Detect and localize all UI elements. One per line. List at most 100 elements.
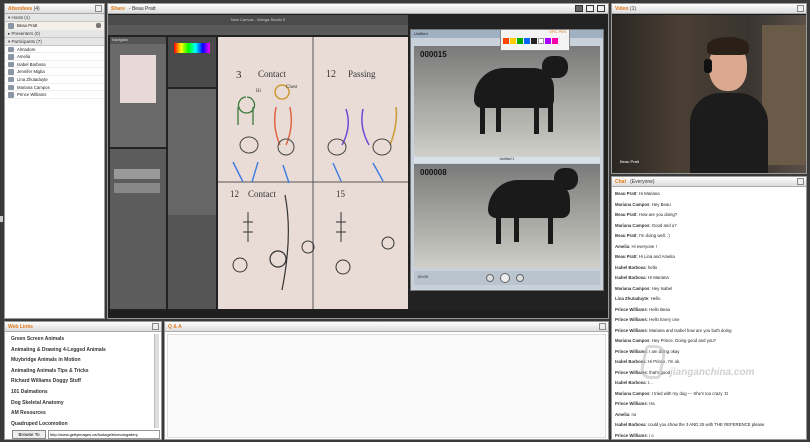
canvas-heading: 3: [236, 69, 242, 81]
share-pod: Share - Beau Pratt New Canvas - Manga Stu…: [107, 3, 609, 319]
palette-color[interactable]: [552, 38, 558, 44]
weblink-item[interactable]: Green Screen Animals: [9, 334, 155, 345]
app-titlebar: New Canvas - Manga Studio 5: [108, 15, 408, 25]
navigator-thumbnail: [120, 55, 156, 103]
weblink-item[interactable]: Richard Williams Doggy Stuff: [9, 376, 155, 387]
video-pod: Video (1) Beau Pratt: [611, 3, 807, 174]
palette-color[interactable]: [545, 38, 551, 44]
user-icon: [8, 76, 14, 83]
layout-icon[interactable]: [575, 5, 583, 12]
chat-message: Mariana Campos: Hey Isabel: [615, 285, 673, 291]
attendee-row[interactable]: Almadore: [5, 46, 104, 54]
weblinks-scrollbar[interactable]: [154, 334, 159, 428]
participants-section[interactable]: ▾ Participants (7): [5, 37, 104, 46]
app-toolbar: [108, 25, 408, 35]
palette-color[interactable]: [517, 38, 523, 44]
user-icon: [8, 84, 14, 91]
palette-color[interactable]: [503, 38, 509, 44]
pod-menu-icon[interactable]: [95, 5, 102, 12]
chat-messages: Beau Pratt: Hi Mariana Mariana Campos: H…: [612, 187, 806, 439]
attendee-row[interactable]: Prince Williams: [5, 91, 104, 99]
color-wheel-panel: [168, 37, 216, 87]
color-swatch[interactable]: [174, 43, 210, 53]
fullscreen-icon[interactable]: [586, 5, 594, 12]
chat-message: Beau Pratt: Hi Lina and Amelia: [615, 254, 675, 259]
palette-color[interactable]: [531, 38, 537, 44]
pod-menu-icon[interactable]: [797, 5, 804, 12]
chat-message: Prince Williams: Hello Every one: [615, 317, 680, 322]
palette-color[interactable]: [538, 38, 544, 44]
drawing-canvas[interactable]: 3 Contact 12 Passing Hi Chest 12 Contact…: [218, 37, 408, 309]
chat-message: Prince Williams: i o: [615, 432, 654, 438]
palette-color[interactable]: [510, 38, 516, 44]
palette-color[interactable]: [524, 38, 530, 44]
chat-message: Isabel Barbosa: hello: [615, 264, 658, 270]
chat-message: Amelia: Hi everyone !: [615, 243, 657, 249]
chat-message: Mariana Campos: Good and u?: [615, 222, 677, 228]
weblink-item[interactable]: Animating & Drawing 4-Legged Animals: [9, 345, 155, 356]
qa-header: Q & A: [165, 322, 608, 332]
weblink-item[interactable]: Muybridge Animals in Motion: [9, 355, 155, 366]
next-icon[interactable]: [516, 274, 524, 282]
collapse-arrow-icon[interactable]: [0, 216, 3, 222]
weblink-item[interactable]: 101 Dalmations: [9, 387, 155, 398]
user-icon: [8, 54, 14, 60]
tab-navigator[interactable]: Navigator: [110, 37, 166, 44]
video-frame-top: 000015: [414, 46, 600, 156]
watermark: jianganchina.com: [638, 345, 802, 385]
watermark-text: jianganchina.com: [670, 367, 755, 378]
mic-icon: [96, 23, 101, 28]
canvas-label: Chest: [286, 85, 298, 90]
pod-menu-icon[interactable]: [797, 178, 804, 185]
attendee-row[interactable]: Lina Zhutaduyte: [5, 76, 104, 84]
browse-to-button[interactable]: Browse To: [12, 430, 46, 439]
weblink-item[interactable]: Dog Skeletal Anatomy: [9, 398, 155, 409]
chat-message: Amelia: no: [615, 411, 637, 417]
shelf: [762, 25, 806, 165]
canvas-heading: 12: [230, 189, 239, 199]
brush-options-panel: [168, 215, 216, 309]
prev-icon[interactable]: [486, 274, 494, 282]
attendee-row[interactable]: Isabel Barbosa: [5, 61, 104, 69]
shared-screen: New Canvas - Manga Studio 5 Navigator 3 …: [108, 15, 608, 310]
qa-content: [167, 334, 606, 438]
epic-pen-palette: EPIC PEN: [500, 29, 570, 51]
share-header: Share - Beau Pratt: [108, 4, 608, 14]
pod-menu-icon[interactable]: [599, 323, 606, 330]
webcam-name: Beau Pratt: [620, 159, 639, 164]
play-icon[interactable]: [500, 273, 510, 283]
weblink-item[interactable]: Quadruped Locomotion: [9, 419, 155, 430]
chat-message: Beau Pratt: How are you doing?: [615, 212, 678, 217]
presenters-section[interactable]: ▸ Presenters (0): [5, 29, 104, 38]
chat-message: Beau Pratt: Hi Mariana: [615, 191, 660, 196]
user-icon: [8, 46, 14, 53]
person-body: [690, 93, 768, 173]
weblinks-header: Web Links: [5, 322, 161, 332]
pod-menu-icon[interactable]: [152, 323, 159, 330]
menu-icon[interactable]: [597, 5, 605, 12]
attendee-row[interactable]: Amelia: [5, 53, 104, 61]
video-frame-label-top: Untitled 1: [414, 157, 600, 163]
attendees-pod: Attendees (4) ▾ Hosts (1) Beau Pratt ▸ P…: [4, 3, 105, 319]
url-field[interactable]: [48, 430, 160, 439]
qa-pod: Q & A: [164, 321, 609, 440]
video-header: Video (1): [612, 4, 806, 14]
video-controls[interactable]: 00:00: [414, 271, 600, 285]
chat-pod: Chat (Everyone) Beau Pratt: Hi Mariana Ma…: [611, 176, 807, 440]
canvas-heading: 12: [326, 69, 336, 80]
chat-message: Isabel Barbosa: could you show the 3 AND…: [615, 422, 765, 427]
attendee-row[interactable]: Jennifer Miglia: [5, 68, 104, 76]
attendee-row[interactable]: Mariana Campos: [5, 84, 104, 92]
attendees-header: Attendees (4): [5, 4, 104, 14]
chat-message: Isabel Barbosa: Hi Mariana: [615, 275, 669, 280]
weblink-item[interactable]: Animating Animals Tips & Tricks: [9, 366, 155, 377]
frame-counter-bottom: 000008: [420, 168, 447, 177]
chat-message: Prince Williams: Hello Beau: [615, 306, 671, 312]
hosts-section[interactable]: ▾ Hosts (1): [5, 14, 104, 22]
user-icon: [8, 69, 14, 75]
sketch-drawing: [218, 37, 408, 309]
video-time: 00:00: [418, 274, 429, 279]
attendee-row[interactable]: Beau Pratt: [5, 22, 104, 30]
weblink-item[interactable]: AM Resources: [9, 408, 155, 419]
chat-message: Prince Williams: Mariana and Isabel how …: [615, 327, 732, 333]
